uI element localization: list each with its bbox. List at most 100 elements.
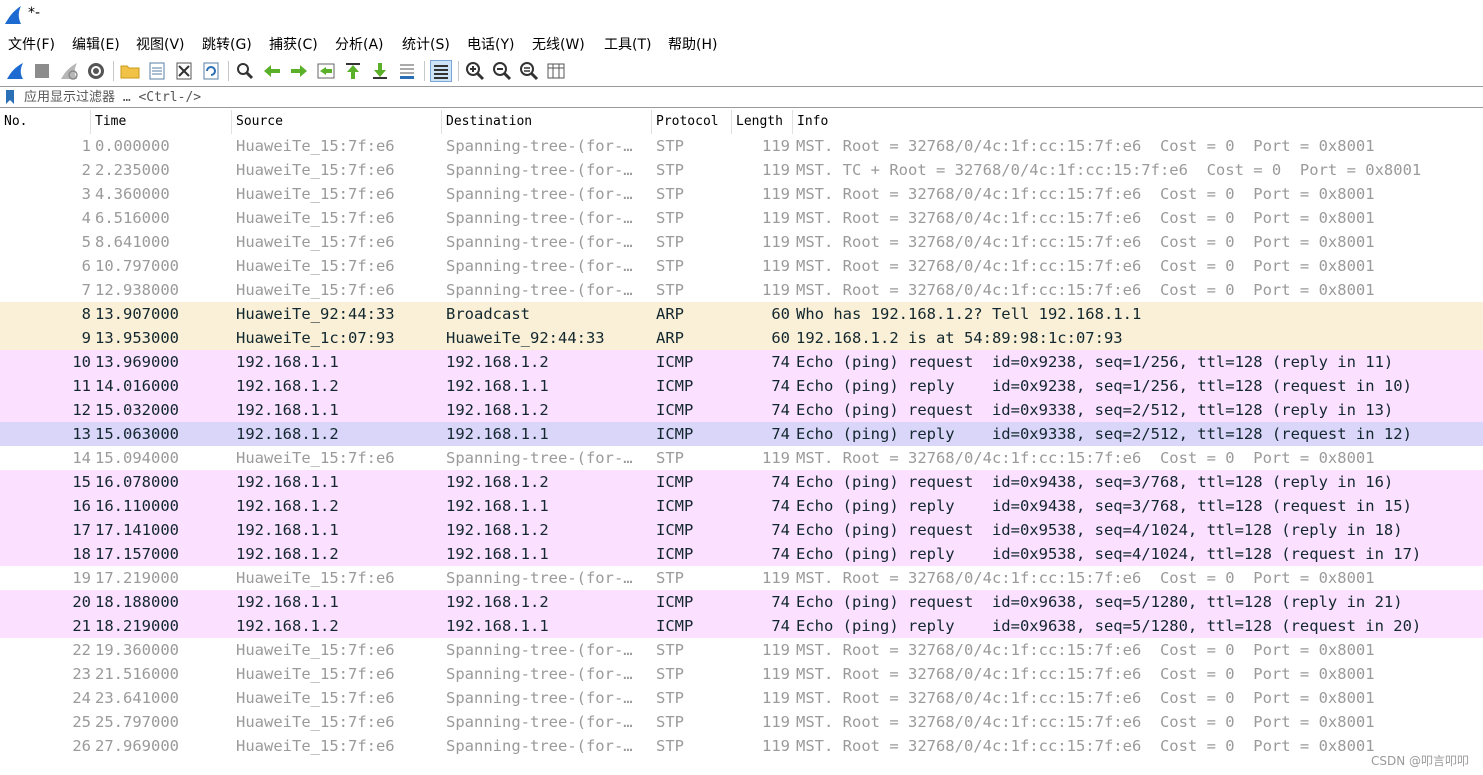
stop-square-icon[interactable] bbox=[31, 60, 53, 82]
go-first-packet-icon[interactable] bbox=[342, 60, 364, 82]
packet-len-cell: 74 bbox=[771, 617, 790, 635]
packet-row[interactable]: 2 2.235000 HuaweiTe_15:7f:e6 Spanning-tree-… bbox=[0, 158, 1483, 182]
column-header-no[interactable]: No. bbox=[0, 110, 91, 134]
packet-time-cell: 14.016000 bbox=[95, 377, 179, 395]
shark-fin-start-icon[interactable] bbox=[4, 60, 26, 82]
menu-tools[interactable]: 工具(T) bbox=[604, 34, 651, 54]
packet-row[interactable]: 14 15.094000 HuaweiTe_15:7f:e6 Spanning-tre… bbox=[0, 446, 1483, 470]
packet-row[interactable]: 10 13.969000 192.168.1.1 192.168.1.2 ICMP 74 E… bbox=[0, 350, 1483, 374]
menu-capture[interactable]: 捕获(C) bbox=[269, 34, 318, 54]
go-back-arrow-icon[interactable] bbox=[261, 60, 283, 82]
packet-len-cell: 119 bbox=[762, 449, 790, 467]
close-file-icon[interactable] bbox=[173, 60, 195, 82]
packet-time-cell: 18.188000 bbox=[95, 593, 179, 611]
zoom-out-icon[interactable] bbox=[491, 60, 513, 82]
packet-row[interactable]: 18 17.157000 192.168.1.2 192.168.1.1 ICMP 74 E… bbox=[0, 542, 1483, 566]
packet-info-cell: Echo (ping) reply id=0x9538, seq=4/1024,… bbox=[796, 545, 1422, 563]
column-header-protocol[interactable]: Protocol bbox=[652, 110, 732, 134]
colorize-lines-icon[interactable] bbox=[430, 60, 452, 82]
packet-row[interactable]: 12 15.032000 192.168.1.1 192.168.1.2 ICMP 74 E… bbox=[0, 398, 1483, 422]
packet-src-cell: 192.168.1.1 bbox=[236, 521, 339, 539]
menu-analyze[interactable]: 分析(A) bbox=[335, 34, 384, 54]
packet-no-cell: 24 bbox=[72, 689, 91, 707]
reload-icon[interactable] bbox=[200, 60, 222, 82]
packet-row[interactable]: 5 8.641000 HuaweiTe_15:7f:e6 Spanning-tree-… bbox=[0, 230, 1483, 254]
column-header-info[interactable]: Info bbox=[793, 110, 1483, 134]
display-filter-input[interactable] bbox=[20, 87, 1478, 107]
packet-row[interactable]: 26 27.969000 HuaweiTe_15:7f:e6 Spanning-tre… bbox=[0, 734, 1483, 758]
toolbar-separator bbox=[424, 61, 425, 81]
packet-row[interactable]: 24 23.641000 HuaweiTe_15:7f:e6 Spanning-tre… bbox=[0, 686, 1483, 710]
packet-row[interactable]: 4 6.516000 HuaweiTe_15:7f:e6 Spanning-tree-… bbox=[0, 206, 1483, 230]
packet-row[interactable]: 21 18.219000 192.168.1.2 192.168.1.1 ICMP 74 E… bbox=[0, 614, 1483, 638]
save-file-icon[interactable] bbox=[146, 60, 168, 82]
packet-src-cell: 192.168.1.1 bbox=[236, 473, 339, 491]
window-title: *- bbox=[28, 5, 41, 21]
packet-proto-cell: STP bbox=[656, 185, 684, 203]
packet-len-cell: 119 bbox=[762, 689, 790, 707]
menu-view[interactable]: 视图(V) bbox=[136, 34, 185, 54]
packet-row[interactable]: 9 13.953000 HuaweiTe_1c:07:93 HuaweiTe_92:4… bbox=[0, 326, 1483, 350]
packet-dst-cell: Spanning-tree-(for-… bbox=[446, 161, 633, 179]
packet-no-cell: 13 bbox=[72, 425, 91, 443]
packet-src-cell: 192.168.1.2 bbox=[236, 497, 339, 515]
packet-row[interactable]: 3 4.360000 HuaweiTe_15:7f:e6 Spanning-tree-… bbox=[0, 182, 1483, 206]
packet-row[interactable]: 7 12.938000 HuaweiTe_15:7f:e6 Spanning-tree… bbox=[0, 278, 1483, 302]
packet-row[interactable]: 1 0.000000 HuaweiTe_15:7f:e6 Spanning-tree-… bbox=[0, 134, 1483, 158]
go-to-packet-icon[interactable] bbox=[315, 60, 337, 82]
menu-telephony[interactable]: 电话(Y) bbox=[467, 34, 514, 54]
packet-dst-cell: 192.168.1.2 bbox=[446, 353, 549, 371]
packet-src-cell: HuaweiTe_15:7f:e6 bbox=[236, 737, 395, 755]
column-header-source[interactable]: Source bbox=[232, 110, 442, 134]
packet-no-cell: 6 bbox=[81, 257, 91, 275]
packet-row[interactable]: 11 14.016000 192.168.1.2 192.168.1.1 ICMP 74 E… bbox=[0, 374, 1483, 398]
packet-dst-cell: 192.168.1.1 bbox=[446, 617, 549, 635]
menu-statistics[interactable]: 统计(S) bbox=[402, 34, 450, 54]
packet-row[interactable]: 8 13.907000 HuaweiTe_92:44:33 Broadcast ARP 6… bbox=[0, 302, 1483, 326]
capture-options-gear-icon[interactable] bbox=[85, 60, 107, 82]
packet-row[interactable]: 15 16.078000 192.168.1.1 192.168.1.2 ICMP 74 E… bbox=[0, 470, 1483, 494]
menu-edit[interactable]: 编辑(E) bbox=[72, 34, 120, 54]
packet-time-cell: 17.219000 bbox=[95, 569, 179, 587]
column-header-destination[interactable]: Destination bbox=[442, 110, 652, 134]
restart-fin-icon[interactable] bbox=[58, 60, 80, 82]
packet-proto-cell: STP bbox=[656, 137, 684, 155]
packet-proto-cell: ICMP bbox=[656, 497, 694, 515]
packet-row[interactable]: 6 10.797000 HuaweiTe_15:7f:e6 Spanning-tree… bbox=[0, 254, 1483, 278]
packet-len-cell: 119 bbox=[762, 185, 790, 203]
menu-file[interactable]: 文件(F) bbox=[8, 34, 55, 54]
packet-no-cell: 11 bbox=[72, 377, 91, 395]
title-bar: *- bbox=[0, 0, 1483, 30]
menu-help[interactable]: 帮助(H) bbox=[668, 34, 717, 54]
find-magnifier-icon[interactable] bbox=[234, 60, 256, 82]
packet-info-cell: MST. Root = 32768/0/4c:1f:cc:15:7f:e6 Co… bbox=[796, 449, 1375, 467]
open-folder-icon[interactable] bbox=[119, 60, 141, 82]
zoom-in-icon[interactable] bbox=[464, 60, 486, 82]
packet-dst-cell: HuaweiTe_92:44:33 bbox=[446, 329, 605, 347]
packet-no-cell: 5 bbox=[81, 233, 91, 251]
packet-row[interactable]: 23 21.516000 HuaweiTe_15:7f:e6 Spanning-tre… bbox=[0, 662, 1483, 686]
go-forward-arrow-icon[interactable] bbox=[288, 60, 310, 82]
column-header-time[interactable]: Time bbox=[91, 110, 232, 134]
zoom-normal-icon[interactable] bbox=[518, 60, 540, 82]
packet-src-cell: 192.168.1.2 bbox=[236, 617, 339, 635]
auto-scroll-icon[interactable] bbox=[396, 60, 418, 82]
packet-row[interactable]: 17 17.141000 192.168.1.1 192.168.1.2 ICMP 74 E… bbox=[0, 518, 1483, 542]
bookmark-icon[interactable] bbox=[4, 89, 16, 105]
menu-go[interactable]: 跳转(G) bbox=[202, 34, 252, 54]
resize-columns-icon[interactable] bbox=[545, 60, 567, 82]
display-filter-bar bbox=[0, 86, 1483, 108]
go-last-packet-icon[interactable] bbox=[369, 60, 391, 82]
packet-row[interactable]: 20 18.188000 192.168.1.1 192.168.1.2 ICMP 74 E… bbox=[0, 590, 1483, 614]
packet-row[interactable]: 19 17.219000 HuaweiTe_15:7f:e6 Spanning-tre… bbox=[0, 566, 1483, 590]
packet-dst-cell: Spanning-tree-(for-… bbox=[446, 185, 633, 203]
packet-row[interactable]: 13 15.063000 192.168.1.2 192.168.1.1 ICMP 74 E… bbox=[0, 422, 1483, 446]
packet-time-cell: 18.219000 bbox=[95, 617, 179, 635]
packet-row[interactable]: 22 19.360000 HuaweiTe_15:7f:e6 Spanning-tre… bbox=[0, 638, 1483, 662]
packet-info-cell: MST. Root = 32768/0/4c:1f:cc:15:7f:e6 Co… bbox=[796, 665, 1375, 683]
packet-row[interactable]: 25 25.797000 HuaweiTe_15:7f:e6 Spanning-tre… bbox=[0, 710, 1483, 734]
menu-wireless[interactable]: 无线(W) bbox=[532, 34, 585, 54]
column-header-length[interactable]: Length bbox=[732, 110, 793, 134]
packet-row[interactable]: 16 16.110000 192.168.1.2 192.168.1.1 ICMP 74 E… bbox=[0, 494, 1483, 518]
packet-info-cell: MST. Root = 32768/0/4c:1f:cc:15:7f:e6 Co… bbox=[796, 233, 1375, 251]
